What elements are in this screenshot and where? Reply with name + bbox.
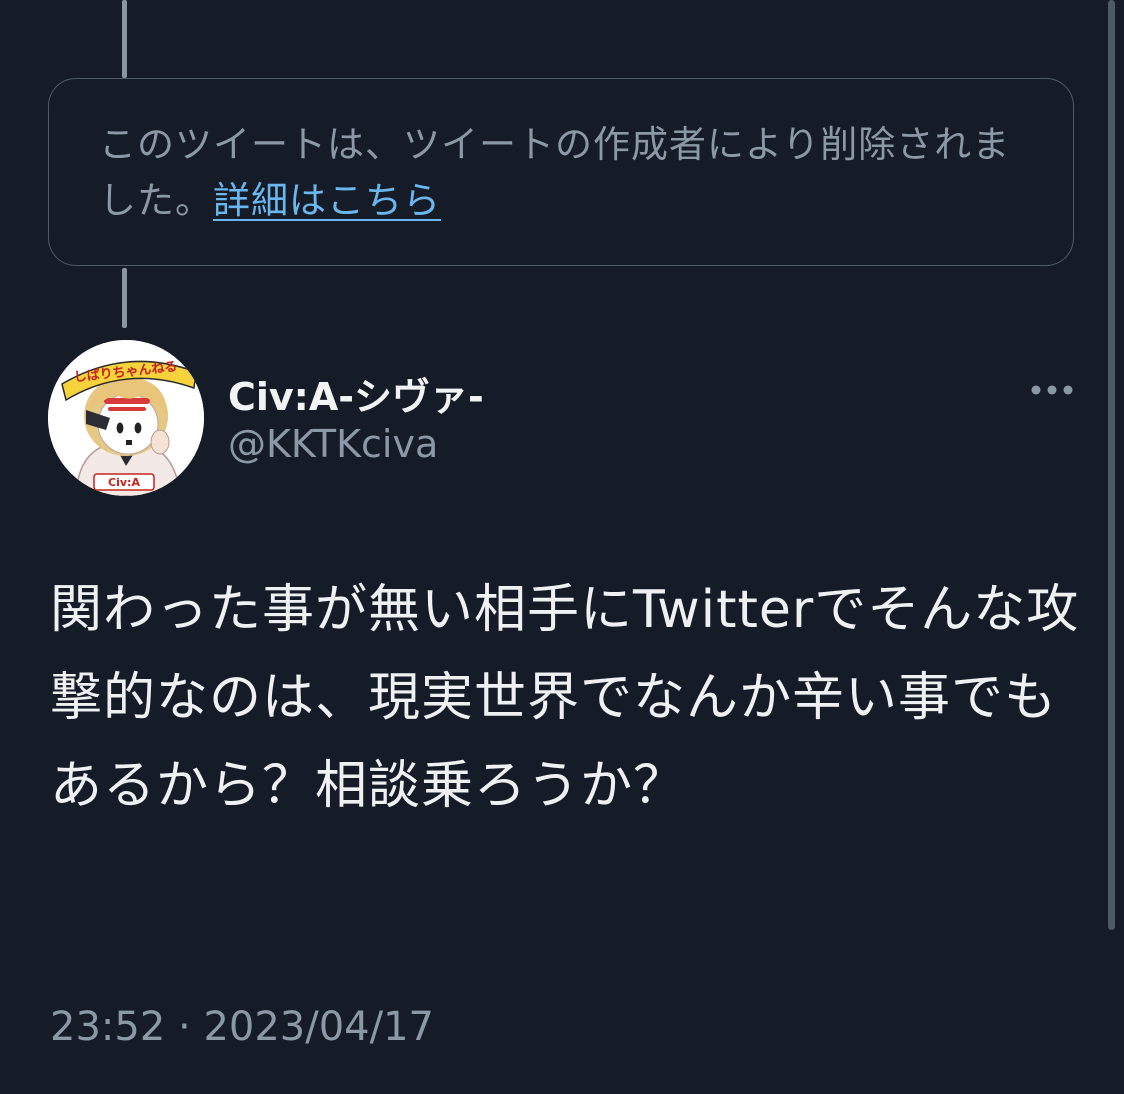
tweet-time: 23:52 [50, 1004, 166, 1050]
thread-connector-line [122, 0, 127, 78]
deleted-tweet-notice: このツイートは、ツイートの作成者により削除されました。詳細はこちら [48, 78, 1074, 266]
tweet-date: 2023/04/17 [203, 1004, 434, 1050]
scrollbar[interactable] [1108, 0, 1115, 930]
display-name[interactable]: Civ:A-シヴァ- [228, 366, 484, 421]
avatar[interactable]: しばりちゃんねる Civ:A [48, 340, 204, 496]
more-dots-icon [1031, 385, 1073, 395]
avatar-image: しばりちゃんねる Civ:A [48, 340, 204, 496]
deleted-notice-text: このツイートは、ツイートの作成者により削除されました。詳細はこちら [99, 117, 1033, 229]
learn-more-link[interactable]: 詳細はこちら [213, 179, 441, 222]
user-handle[interactable]: @KKTKciva [228, 422, 438, 466]
tweet-text: 関わった事が無い相手にTwitterでそんな攻撃的なのは、現実世界でなんか辛い事… [50, 580, 1080, 816]
timestamp-separator: · [178, 1004, 191, 1050]
more-options-button[interactable] [1024, 372, 1080, 408]
tweet-timestamp[interactable]: 23:52 · 2023/04/17 [50, 1004, 434, 1050]
thread-connector-line [122, 268, 127, 328]
avatar-badge-text: Civ:A [108, 476, 140, 489]
